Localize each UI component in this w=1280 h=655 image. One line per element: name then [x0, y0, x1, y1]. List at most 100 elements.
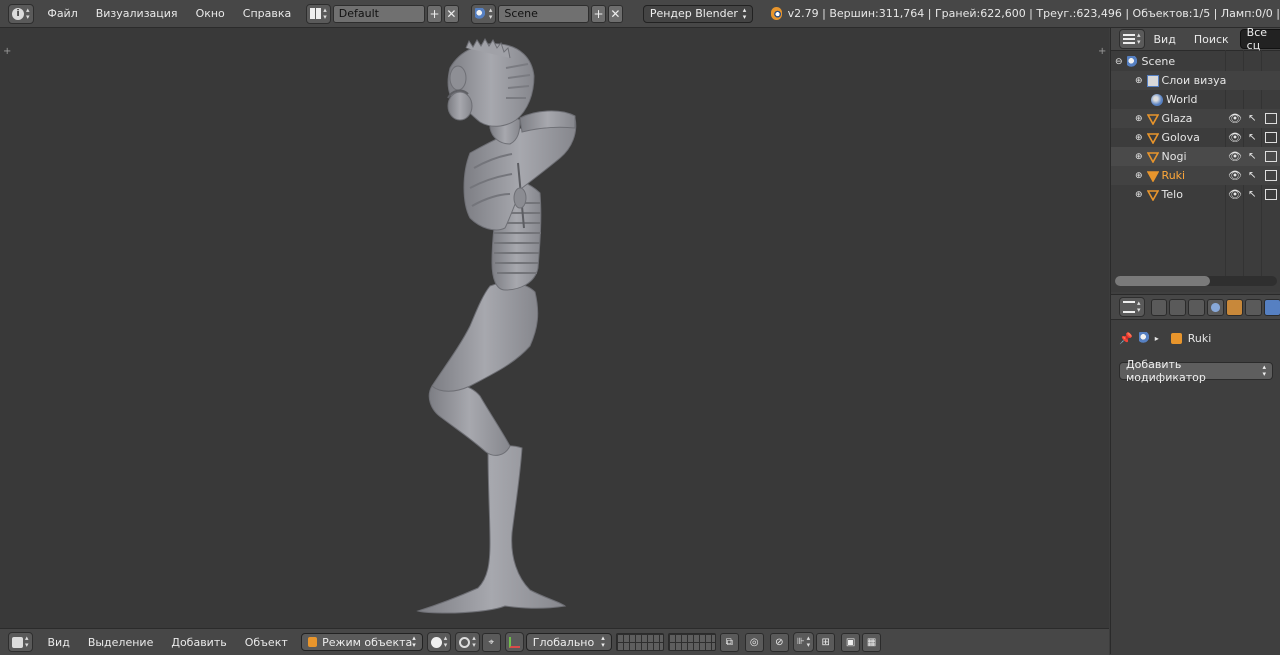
properties-header: ▴ ▾	[1111, 295, 1280, 320]
transform-manipulator-button[interactable]	[504, 632, 524, 652]
mesh-object-icon	[1146, 151, 1159, 163]
manipulator-toggle-icon[interactable]: ⌖	[481, 632, 501, 652]
chevron-updown-icon: ▴ ▾	[323, 5, 327, 21]
screen-layout-button[interactable]: ▴ ▾	[306, 3, 331, 24]
screen-layout-field[interactable]: Default	[332, 4, 426, 23]
outliner-header: ▴ ▾ Вид Поиск Все сц	[1111, 26, 1280, 52]
tree-item-label: Scene	[1141, 55, 1176, 68]
render-icon[interactable]	[1265, 113, 1277, 124]
world-tab-icon[interactable]	[1207, 298, 1225, 316]
chevron-updown-icon: ▴ ▾	[806, 634, 811, 649]
render-engine-dropdown[interactable]: Рендер Blender ▴ ▾	[642, 4, 754, 23]
chevron-updown-icon: ▴ ▾	[601, 634, 605, 649]
cursor-icon[interactable]: ↖	[1248, 113, 1256, 124]
properties-editor: ▴ ▾ 📌 ▸ Ruki Добавить модификатор ▴ ▾	[1111, 294, 1280, 655]
chevron-updown-icon: ▴ ▾	[26, 5, 30, 21]
chevron-updown-icon: ▴ ▾	[488, 5, 493, 21]
eye-icon[interactable]: 👁	[1228, 188, 1242, 201]
scene-statistics: v2.79 | Вершин:311,764 | Граней:622,600 …	[787, 7, 1280, 20]
menu-help[interactable]: Справка	[234, 7, 300, 20]
eye-icon[interactable]: 👁	[1228, 150, 1242, 163]
remove-scene-icon[interactable]: ✕	[607, 4, 623, 23]
outliner-scrollbar[interactable]	[1115, 276, 1277, 286]
outliner-editor-type-button[interactable]: ▴ ▾	[1119, 29, 1145, 49]
render-layers-tab-icon[interactable]	[1169, 298, 1187, 316]
tree-item-mesh[interactable]: ⊕ Glaza 👁 ↖	[1111, 109, 1280, 128]
menu-render[interactable]: Визуализация	[87, 7, 187, 20]
expand-icon[interactable]: ⊕	[1135, 152, 1143, 162]
scene-layers-grid-2[interactable]	[667, 633, 716, 651]
cursor-icon[interactable]: ↖	[1248, 151, 1256, 162]
scene-field[interactable]: Scene	[498, 4, 590, 23]
add-modifier-dropdown[interactable]: Добавить модификатор ▴ ▾	[1119, 358, 1273, 384]
tree-item-world[interactable]: World	[1111, 90, 1280, 109]
mesh-object-icon	[1146, 170, 1159, 182]
render-icon[interactable]	[1265, 132, 1277, 143]
expand-icon[interactable]: ⊕	[1135, 76, 1143, 86]
snap-element-button[interactable]: ⊪ ▴ ▾	[792, 632, 815, 652]
scene-tab-icon[interactable]	[1188, 298, 1206, 316]
opengl-animation-icon[interactable]: ▦	[862, 632, 882, 652]
opengl-render-icon[interactable]: ▣	[841, 632, 861, 652]
tree-item-scene[interactable]: ⊖ Scene	[1111, 52, 1280, 71]
interaction-mode-label: Режим объекта	[322, 635, 413, 649]
cursor-icon[interactable]: ↖	[1248, 132, 1256, 143]
blender-logo-icon	[771, 7, 782, 20]
menu-view[interactable]: Вид	[39, 636, 79, 649]
modifiers-tab-icon[interactable]	[1264, 298, 1280, 316]
tree-item-mesh-selected[interactable]: ⊕ Ruki 👁 ↖	[1111, 166, 1280, 185]
editor-type-button[interactable]: i ▴ ▾	[8, 3, 34, 24]
scene-button[interactable]: ▴ ▾	[470, 3, 497, 24]
expand-icon[interactable]: ⊕	[1135, 133, 1143, 143]
menu-select[interactable]: Выделение	[79, 636, 163, 649]
pivot-point-button[interactable]: ▴ ▾	[455, 632, 480, 652]
constraints-tab-icon[interactable]	[1245, 298, 1263, 316]
info-header: i ▴ ▾ Файл Визуализация Окно Справка ▴ ▾ D…	[0, 0, 1280, 28]
scene-layers-grid-1[interactable]	[615, 633, 664, 651]
tree-item-mesh[interactable]: ⊕ Nogi 👁 ↖	[1111, 147, 1280, 166]
menu-object[interactable]: Объект	[236, 636, 297, 649]
snap-toggle-icon[interactable]: ⊘	[769, 632, 789, 652]
add-scene-icon[interactable]: +	[591, 4, 606, 23]
tree-item-render-layers[interactable]: ⊕ Слои визуа	[1111, 71, 1280, 90]
outliner-view-menu[interactable]: Вид	[1145, 33, 1185, 46]
cursor-icon[interactable]: ↖	[1248, 170, 1256, 181]
menu-file[interactable]: Файл	[38, 7, 86, 20]
render-icon[interactable]	[1265, 151, 1277, 162]
snap-target-icon[interactable]: ⊞	[816, 632, 836, 652]
add-layout-icon[interactable]: +	[427, 4, 442, 23]
expand-icon[interactable]: ⊕	[1135, 171, 1143, 181]
scrollbar-thumb[interactable]	[1115, 276, 1210, 286]
render-tab-icon[interactable]	[1150, 298, 1168, 316]
render-icon[interactable]	[1265, 170, 1277, 181]
pin-icon[interactable]: 📌	[1119, 332, 1133, 345]
outliner-display-mode[interactable]: Все сц	[1239, 26, 1280, 52]
cursor-icon[interactable]: ↖	[1248, 189, 1256, 200]
eye-icon[interactable]: 👁	[1228, 112, 1242, 125]
expand-icon[interactable]: ⊕	[1135, 190, 1143, 200]
layout-grid-icon	[310, 8, 322, 19]
layer-lock-icon[interactable]: ⧉	[719, 632, 739, 652]
editor-type-button[interactable]: ▴ ▾	[8, 632, 33, 652]
object-tab-icon[interactable]	[1226, 298, 1244, 316]
tree-item-mesh[interactable]: ⊕ Telo 👁 ↖	[1111, 185, 1280, 204]
interaction-mode-dropdown[interactable]: Режим объекта ▴ ▾	[300, 633, 423, 651]
viewport-shading-button[interactable]: ▴ ▾	[426, 632, 452, 652]
outliner-search-menu[interactable]: Поиск	[1185, 33, 1238, 46]
tree-item-mesh[interactable]: ⊕ Golova 👁 ↖	[1111, 128, 1280, 147]
remove-layout-icon[interactable]: ✕	[443, 4, 459, 23]
collapse-icon[interactable]: ⊖	[1115, 57, 1123, 67]
world-icon	[1151, 93, 1163, 106]
menu-window[interactable]: Окно	[187, 7, 234, 20]
properties-icon	[1123, 301, 1135, 313]
transform-orientation-dropdown[interactable]: Глобально ▴ ▾	[525, 633, 612, 651]
character-model[interactable]	[0, 28, 1109, 628]
menu-add[interactable]: Добавить	[162, 636, 235, 649]
proportional-editing-icon[interactable]: ◎	[744, 632, 764, 652]
eye-icon[interactable]: 👁	[1228, 169, 1242, 182]
eye-icon[interactable]: 👁	[1228, 131, 1242, 144]
render-icon[interactable]	[1265, 189, 1277, 200]
expand-icon[interactable]: ⊕	[1135, 114, 1143, 124]
3d-viewport[interactable]: + +	[0, 28, 1109, 628]
properties-editor-type-button[interactable]: ▴ ▾	[1119, 297, 1145, 317]
